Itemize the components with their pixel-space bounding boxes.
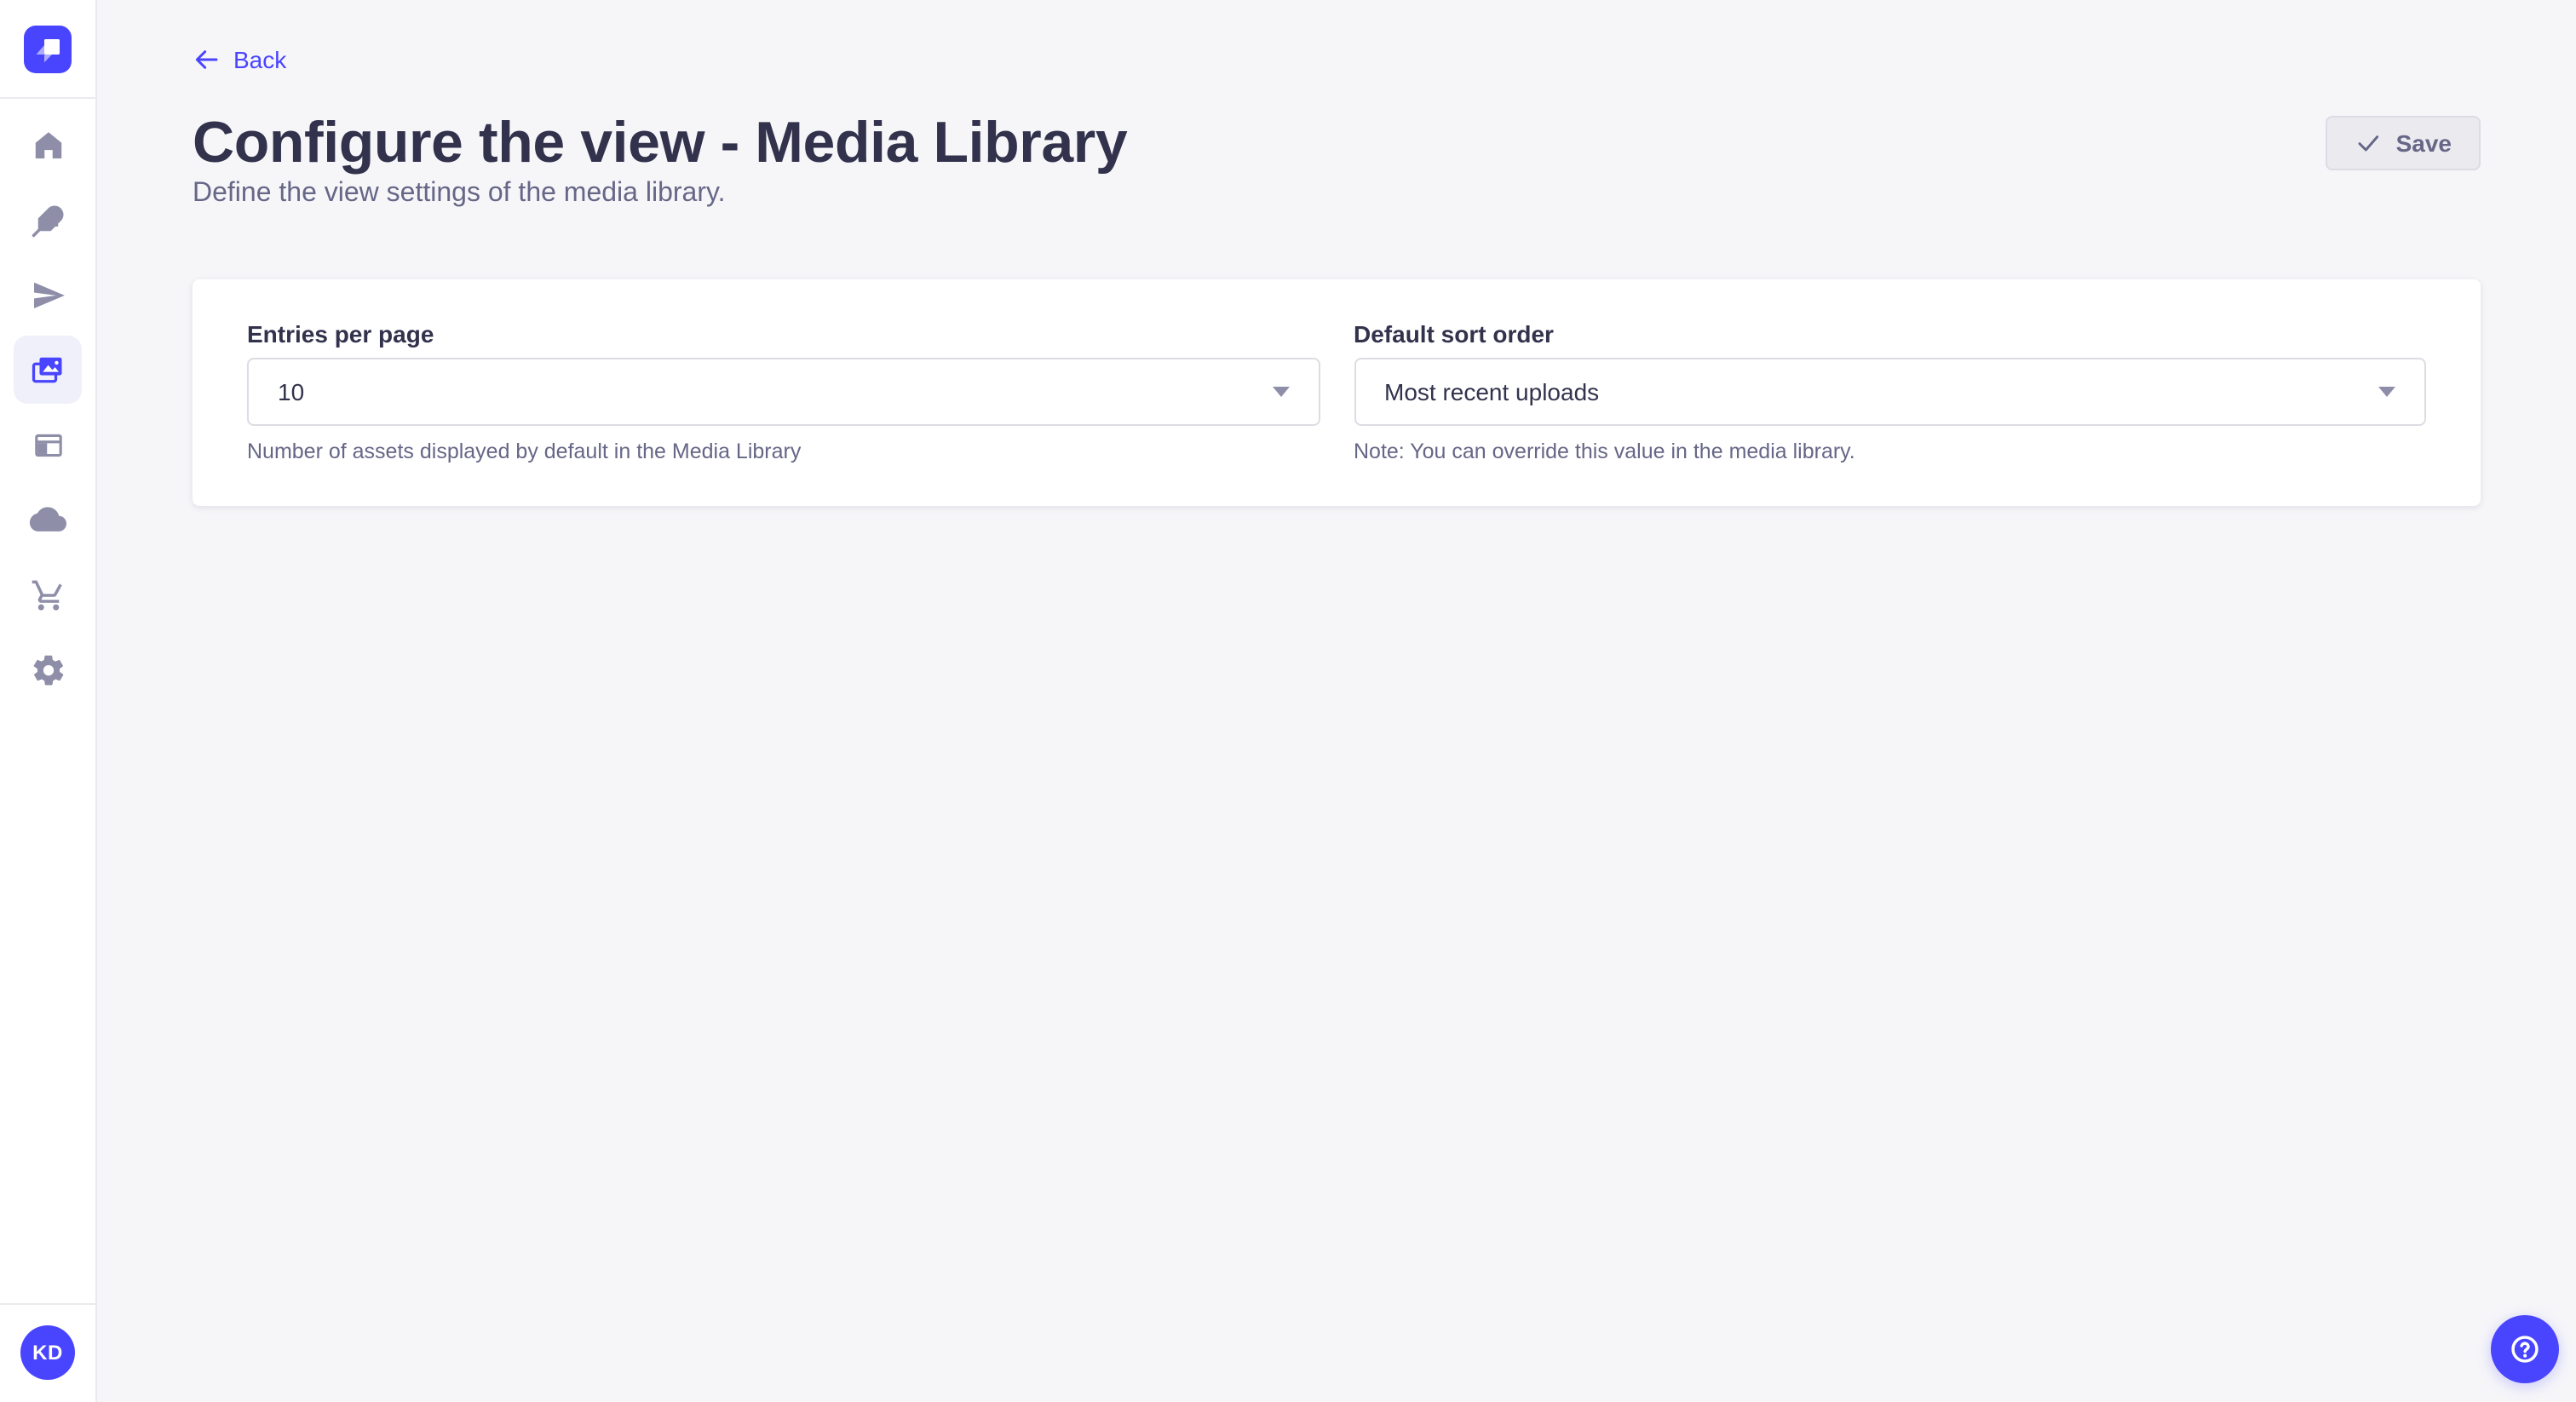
field-default-sort-order: Default sort order Most recent uploads N… (1354, 320, 2426, 465)
page-header: Back Configure the view - Media Library … (97, 0, 2576, 211)
settings-fields: Entries per page 10 Number of assets dis… (247, 320, 2426, 465)
sidebar-item-content-type-builder[interactable] (14, 411, 82, 479)
sidebar-item-marketplace[interactable] (14, 560, 82, 629)
strapi-logo-icon (24, 25, 72, 72)
logo-container (0, 0, 95, 99)
save-button-label: Save (2396, 129, 2452, 157)
field-entries-per-page: Entries per page 10 Number of assets dis… (247, 320, 1320, 465)
entries-per-page-value: 10 (278, 378, 304, 405)
entries-per-page-select[interactable]: 10 (247, 358, 1320, 426)
arrow-left-icon (193, 46, 220, 73)
layout-icon (30, 427, 66, 463)
paper-plane-icon (30, 277, 66, 313)
home-icon (30, 127, 66, 163)
cart-icon (30, 577, 66, 612)
images-icon (29, 351, 66, 388)
feather-icon (30, 202, 66, 238)
sidebar-item-cloud[interactable] (14, 486, 82, 554)
main-content: Back Configure the view - Media Library … (97, 0, 2576, 1402)
cloud-icon (29, 501, 66, 538)
app-window: KD Back Configure the view - Media Libra… (0, 0, 2576, 1402)
sidebar-item-settings[interactable] (14, 635, 82, 704)
sidebar: KD (0, 0, 97, 1402)
sidebar-item-media-library[interactable] (14, 336, 82, 404)
chevron-down-icon (1272, 387, 1289, 397)
strapi-logo[interactable] (24, 25, 72, 72)
gear-icon (30, 652, 66, 687)
entries-per-page-hint: Number of assets displayed by default in… (247, 438, 1320, 465)
default-sort-order-label: Default sort order (1354, 320, 2426, 349)
help-button[interactable] (2491, 1315, 2559, 1383)
title-row: Configure the view - Media Library Save (193, 109, 2481, 177)
sidebar-item-content-manager[interactable] (14, 186, 82, 254)
page-subtitle: Define the view settings of the media li… (193, 177, 2481, 211)
sidebar-footer: KD (0, 1303, 95, 1402)
sidebar-nav (14, 99, 82, 704)
sidebar-item-home[interactable] (14, 111, 82, 179)
sidebar-item-releases[interactable] (14, 261, 82, 329)
default-sort-order-select[interactable]: Most recent uploads (1354, 358, 2426, 426)
view-settings-card: Entries per page 10 Number of assets dis… (193, 279, 2481, 506)
back-label: Back (233, 46, 286, 73)
default-sort-order-hint: Note: You can override this value in the… (1354, 438, 2426, 465)
question-circle-icon (2506, 1330, 2544, 1368)
back-link[interactable]: Back (193, 46, 286, 73)
check-icon (2355, 129, 2383, 157)
user-avatar[interactable]: KD (20, 1325, 75, 1380)
chevron-down-icon (2378, 387, 2395, 397)
default-sort-order-value: Most recent uploads (1384, 378, 1599, 405)
entries-per-page-label: Entries per page (247, 320, 1320, 349)
save-button[interactable]: Save (2326, 116, 2481, 170)
page-title: Configure the view - Media Library (193, 109, 1127, 177)
